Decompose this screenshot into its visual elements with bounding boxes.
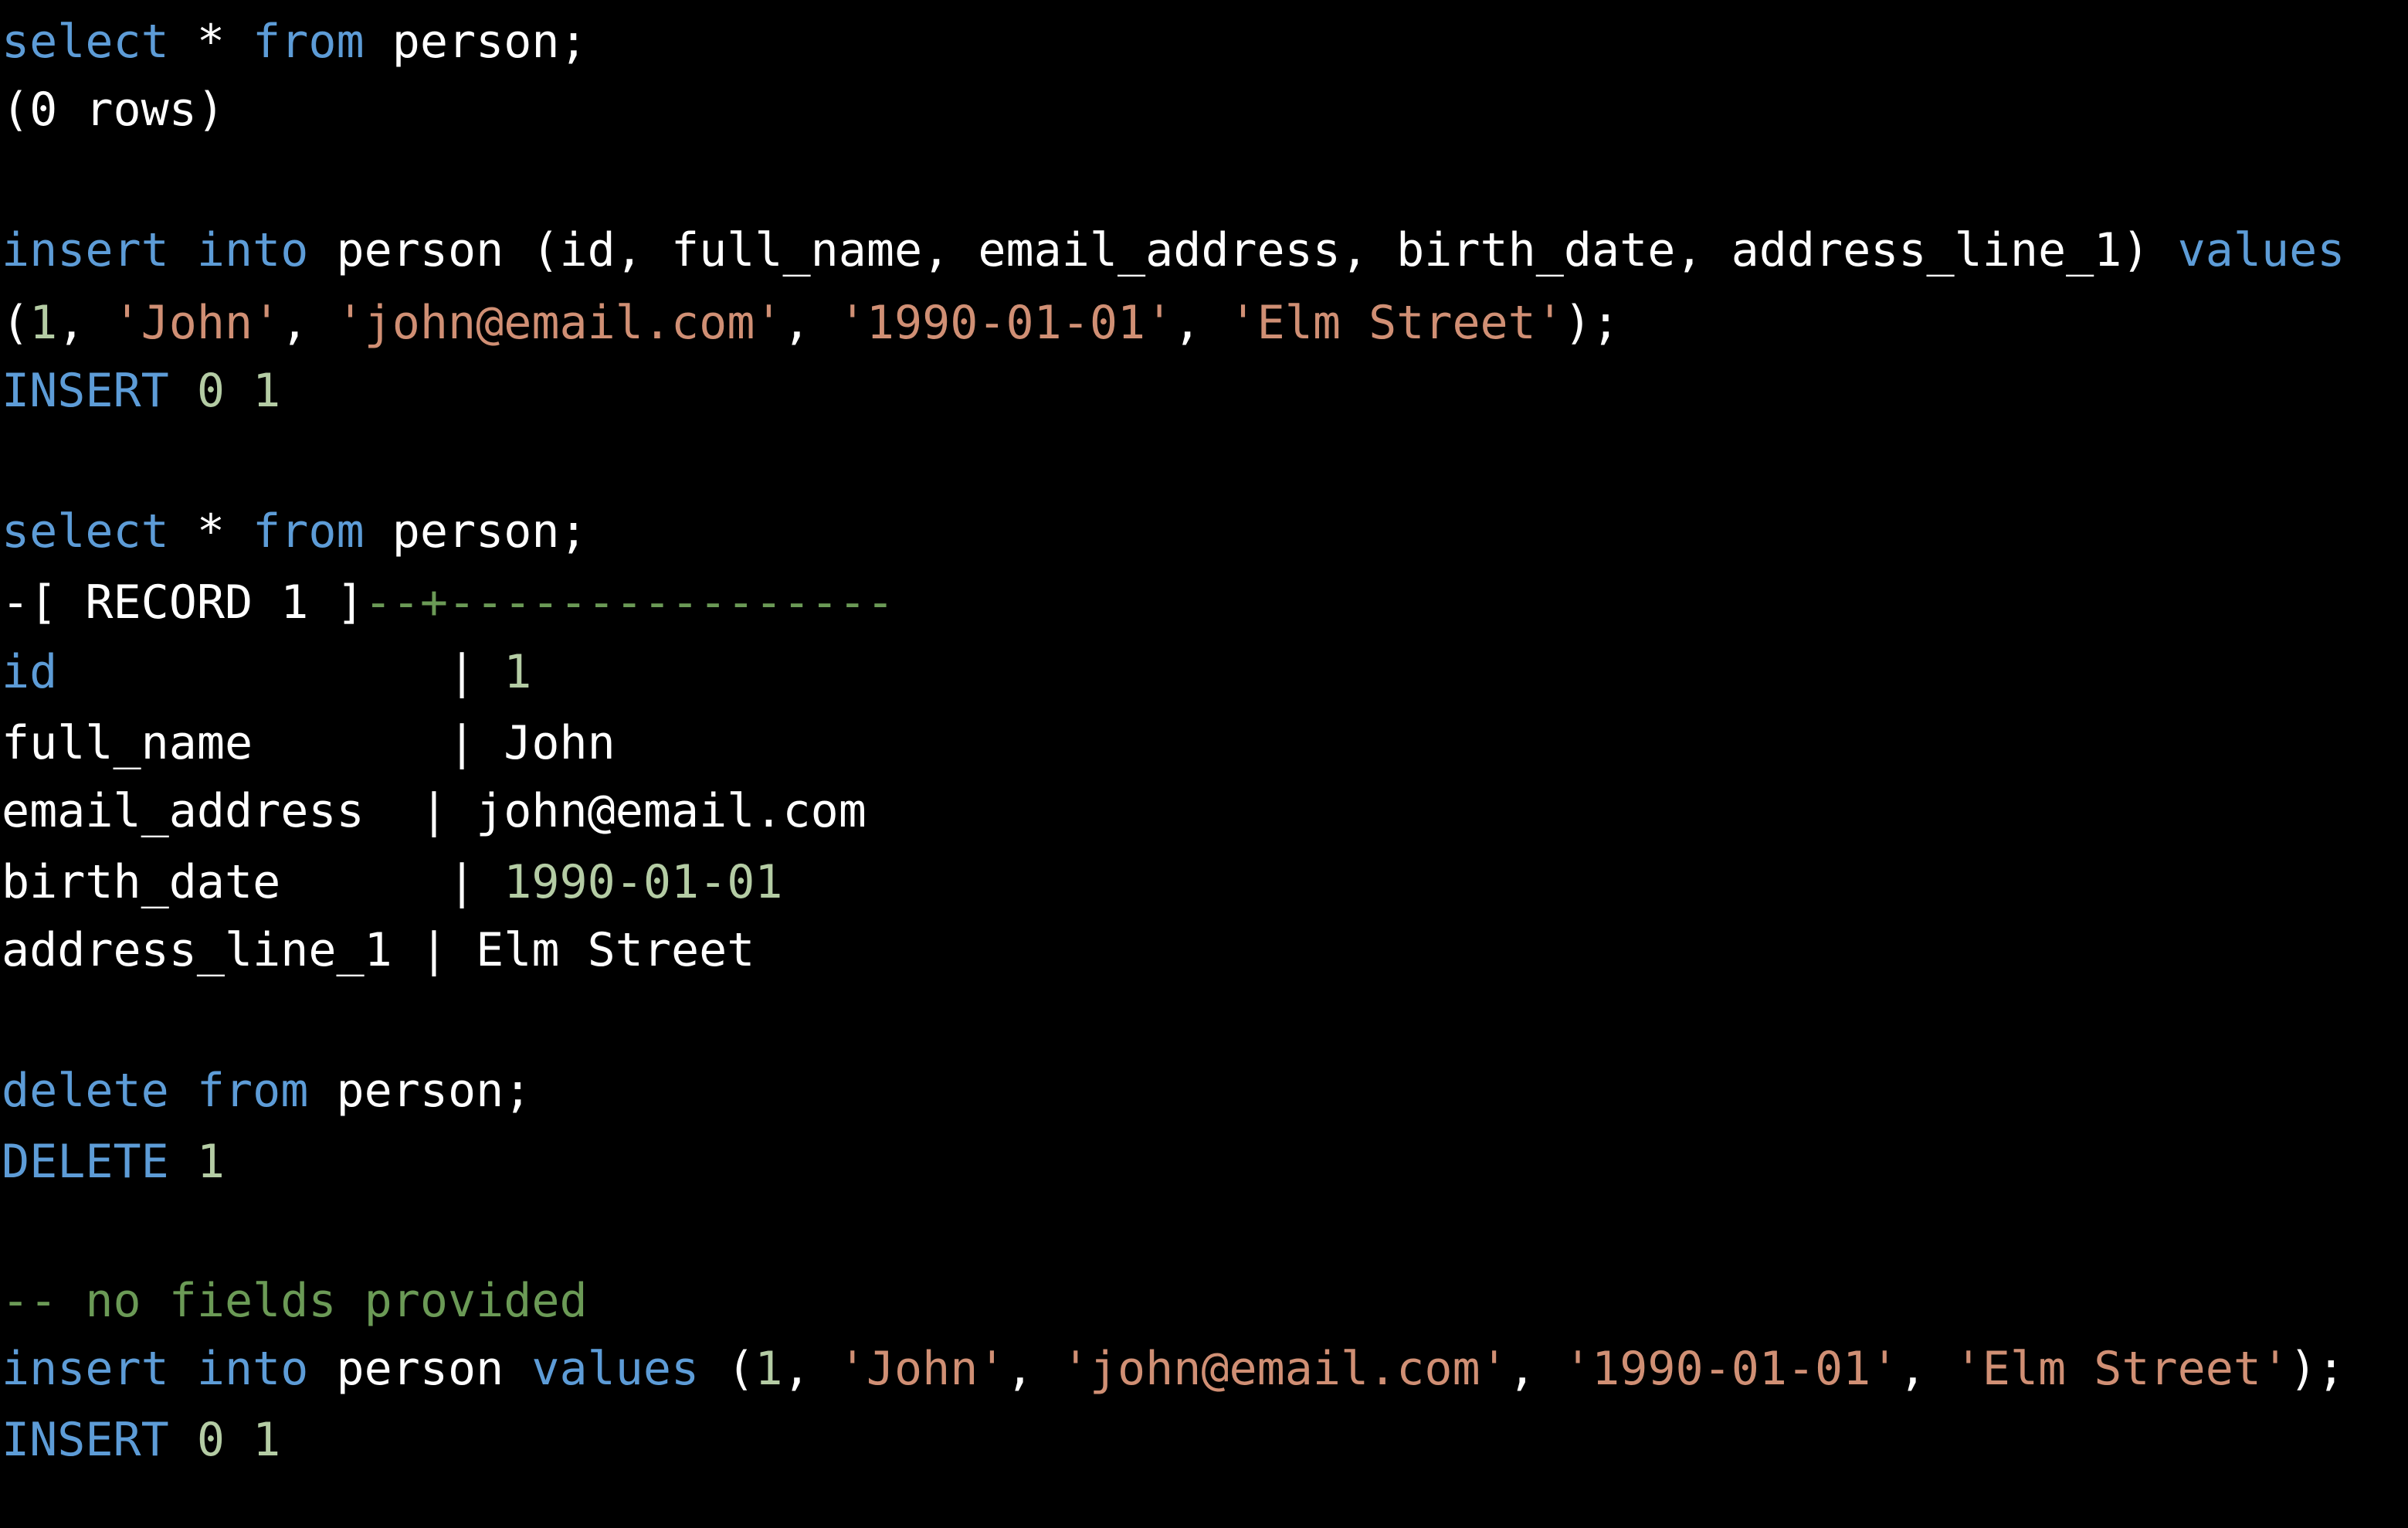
record-field-row: email_address | john@email.com — [2, 788, 867, 834]
comma: , — [1173, 296, 1229, 350]
value-email: 'john@email.com' — [336, 296, 783, 350]
keyword-from: from — [196, 1064, 309, 1118]
comma: , — [57, 296, 114, 350]
field-value: 1990-01-01 — [504, 855, 783, 909]
comma: , — [1508, 1342, 1564, 1396]
keyword-select: select — [2, 15, 169, 69]
command-line-delete: delete from person; — [2, 1068, 531, 1114]
field-value: John — [504, 716, 616, 770]
result-keyword: DELETE — [2, 1135, 169, 1189]
value-id: 1 — [29, 296, 58, 350]
record-rule: --+---------------- — [364, 576, 894, 630]
value-address: 'Elm Street' — [1954, 1342, 2290, 1396]
field-name: birth_date — [2, 855, 281, 909]
result-counts: 0 1 — [196, 364, 281, 418]
result-delete: DELETE 1 — [2, 1139, 225, 1185]
table-name: person — [308, 1342, 532, 1396]
keyword-select: select — [2, 504, 169, 559]
select-star: * — [168, 504, 253, 559]
field-separator: | — [419, 855, 504, 909]
keyword-into: into — [196, 223, 309, 277]
command-line-insert-2: insert into person values (1, 'John', 'j… — [2, 1346, 2345, 1392]
record-header: -[ RECORD 1 ]--+---------------- — [2, 579, 894, 626]
keyword-from: from — [253, 15, 365, 69]
paren-open: ( — [2, 296, 30, 350]
field-separator: | — [419, 645, 504, 699]
value-birth-date: '1990-01-01' — [1563, 1342, 1899, 1396]
keyword-insert: insert — [2, 1342, 169, 1396]
result-counts: 0 1 — [196, 1413, 281, 1467]
field-separator: | — [392, 923, 477, 977]
paren-open: ( — [699, 1342, 755, 1396]
comma: , — [782, 1342, 839, 1396]
result-count: 1 — [196, 1135, 225, 1189]
field-name: id — [2, 645, 58, 699]
result-keyword: INSERT — [2, 364, 169, 418]
field-value: Elm Street — [476, 923, 755, 977]
keyword-from: from — [253, 504, 365, 559]
record-field-row: id | 1 — [2, 649, 531, 695]
field-name: address_line_1 — [2, 923, 392, 977]
table-name: person; — [364, 15, 588, 69]
keyword-insert: insert — [2, 223, 169, 277]
value-full-name: 'John' — [113, 296, 281, 350]
select-star: * — [168, 15, 253, 69]
paren-close: ); — [1563, 296, 1620, 350]
comma: , — [1898, 1342, 1955, 1396]
comma: , — [1006, 1342, 1062, 1396]
result-keyword: INSERT — [2, 1413, 169, 1467]
column-list: person (id, full_name, email_address, bi… — [308, 223, 2178, 277]
command-line-insert-1b: (1, 'John', 'john@email.com', '1990-01-0… — [2, 300, 1619, 346]
result-insert-1: INSERT 0 1 — [2, 368, 280, 414]
value-address: 'Elm Street' — [1229, 296, 1564, 350]
value-id: 1 — [755, 1342, 783, 1396]
field-name: email_address — [2, 784, 365, 838]
field-separator: | — [419, 716, 504, 770]
result-insert-2: INSERT 0 1 — [2, 1417, 280, 1463]
terminal-output[interactable]: select * from person; (0 rows) insert in… — [0, 0, 2408, 1528]
paren-close: ); — [2289, 1342, 2345, 1396]
keyword-into: into — [196, 1342, 309, 1396]
record-field-row: full_name | John — [2, 720, 616, 766]
record-title: -[ RECORD 1 ] — [2, 576, 365, 630]
command-line-insert-1a: insert into person (id, full_name, email… — [2, 227, 2345, 273]
sql-comment: -- no fields provided — [2, 1278, 588, 1324]
value-full-name: 'John' — [838, 1342, 1006, 1396]
command-line-select-1: select * from person; — [2, 19, 588, 65]
comment-text: -- no fields provided — [2, 1274, 588, 1328]
field-value: 1 — [504, 645, 532, 699]
table-name: person; — [308, 1064, 532, 1118]
table-name: person; — [364, 504, 588, 559]
field-name: full_name — [2, 716, 253, 770]
value-email: 'john@email.com' — [1061, 1342, 1508, 1396]
comma: , — [782, 296, 839, 350]
comma: , — [280, 296, 337, 350]
field-separator: | — [392, 784, 477, 838]
command-line-select-2: select * from person; — [2, 508, 588, 555]
record-field-row: birth_date | 1990-01-01 — [2, 859, 782, 905]
keyword-values: values — [531, 1342, 700, 1396]
keyword-values: values — [2177, 223, 2345, 277]
keyword-delete: delete — [2, 1064, 169, 1118]
value-birth-date: '1990-01-01' — [838, 296, 1174, 350]
record-field-row: address_line_1 | Elm Street — [2, 927, 755, 973]
result-zero-rows: (0 rows) — [2, 87, 225, 133]
result-text: (0 rows) — [2, 83, 225, 137]
field-value: john@email.com — [476, 784, 867, 838]
